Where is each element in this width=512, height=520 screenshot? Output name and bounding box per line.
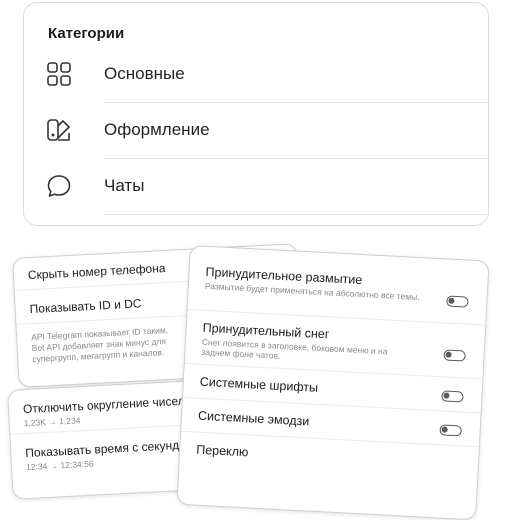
setting-title: Переклю [195, 442, 249, 460]
setting-title: Системные шрифты [199, 374, 319, 395]
palette-icon [47, 119, 70, 141]
category-label: Чаты [104, 176, 145, 195]
divider [104, 214, 488, 215]
category-label: Основные [104, 64, 185, 83]
setting-title: Системные эмодзи [197, 408, 310, 429]
toggle-switch[interactable] [439, 424, 462, 437]
toggle-switch[interactable] [443, 349, 466, 362]
grid-icon [47, 62, 71, 86]
toggle-switch[interactable] [441, 390, 464, 403]
category-item-chats[interactable]: Чаты [24, 159, 488, 215]
categories-card: Категории Основные Оформление Чаты [23, 2, 489, 226]
category-item-appearance[interactable]: Оформление [24, 103, 488, 159]
categories-title: Категории [48, 25, 125, 42]
chat-bubble-icon [47, 175, 71, 197]
category-item-general[interactable]: Основные [24, 47, 488, 103]
category-label: Оформление [104, 120, 210, 139]
toggle-switch[interactable] [446, 295, 469, 308]
preview-card-appearance: Принудительное размытие Размытие будет п… [176, 245, 490, 520]
